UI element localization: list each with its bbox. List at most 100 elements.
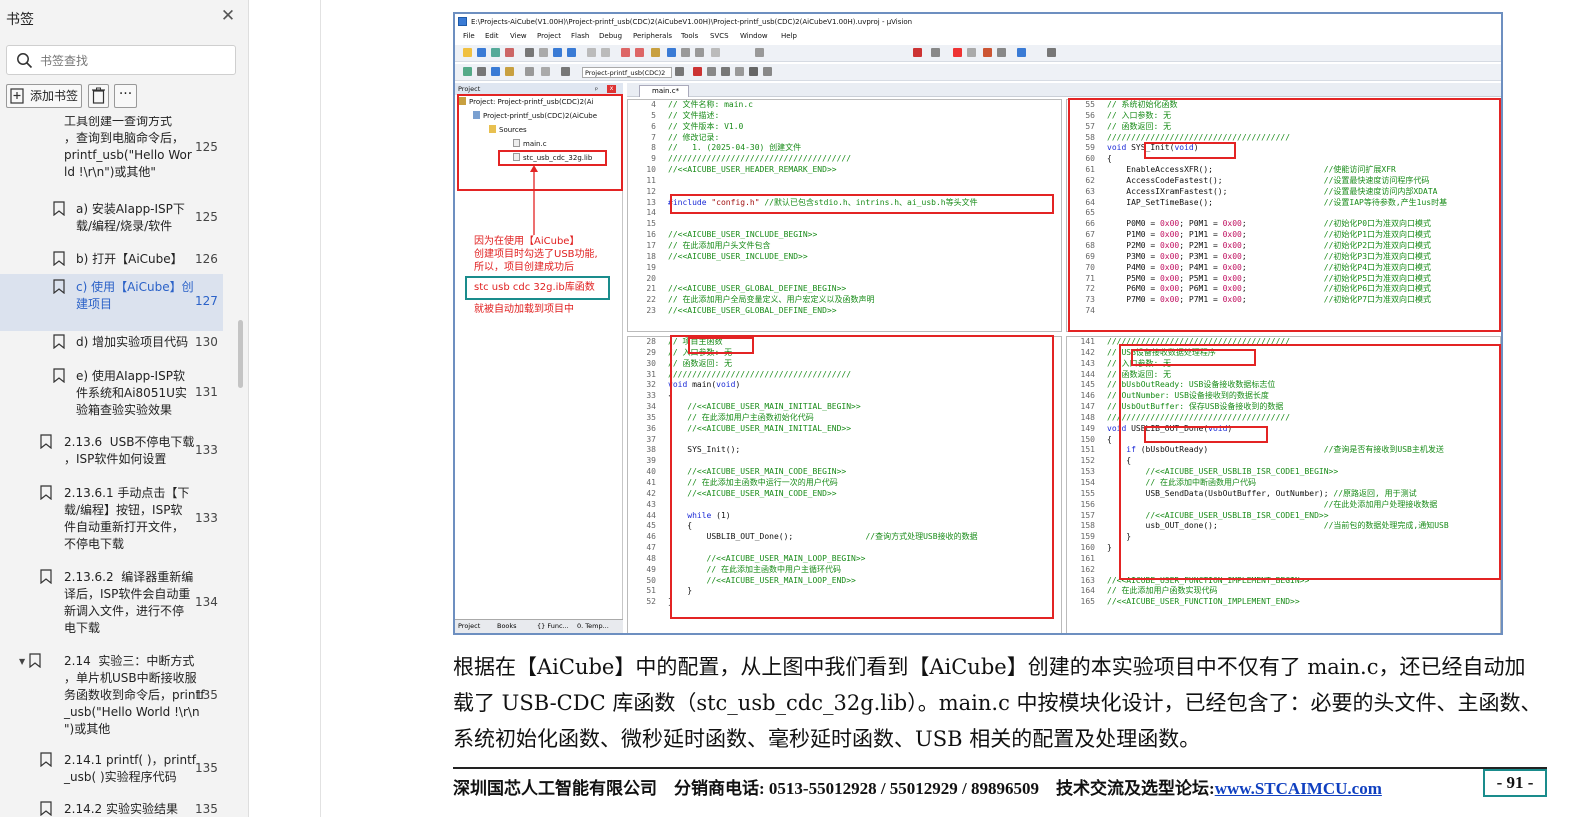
highlight-box-sys-init — [1068, 98, 1501, 332]
toolbar-button[interactable] — [463, 67, 472, 76]
bookmark-icon — [40, 434, 52, 449]
bookmark-item[interactable]: ▼ 2.14 实验三：中断方式 ，单片机USB中断接收服 务函数收到命令后，pri… — [0, 648, 223, 746]
toolbar-button[interactable] — [1017, 48, 1026, 57]
bookmark-item[interactable]: 工具创建一查询方式 ，查询到电脑命令后， printf_usb("Hello W… — [0, 116, 223, 190]
toolbar-button[interactable] — [505, 67, 514, 76]
bookmark-label: 2.14.2 实验实验结果 — [64, 802, 178, 816]
document-paragraph: 根据在【AiCube】中的配置，从上图中我们看到【AiCube】创建的本实验项目… — [453, 655, 1542, 751]
delete-bookmark-button[interactable] — [88, 84, 109, 108]
highlight-box-lib-file — [498, 150, 607, 166]
toolbar-button[interactable] — [477, 48, 486, 57]
project-panel: Project ᵖ x Project: Project-printf_usb(… — [455, 83, 623, 633]
toolbar-button[interactable] — [997, 48, 1006, 57]
expand-arrow-icon[interactable]: ▼ — [19, 653, 25, 670]
sidebar-scrollbar[interactable] — [238, 320, 243, 388]
menu-tools[interactable]: Tools — [681, 32, 698, 40]
toolbar-button[interactable] — [525, 67, 534, 76]
bookmark-item[interactable]: 2.13.6.1 手动点击【下 载/编程】按钮，ISP软 件自动重新打开文件， … — [0, 480, 223, 560]
toolbar-button[interactable] — [913, 48, 922, 57]
toolbar-button[interactable] — [721, 67, 730, 76]
toolbar-button[interactable] — [553, 48, 562, 57]
menu-file[interactable]: File — [463, 32, 475, 40]
bookmark-item[interactable]: 2.14.2 实验实验结果 135 — [0, 796, 223, 817]
toolbar-button[interactable] — [505, 48, 514, 57]
toolbar-button[interactable] — [525, 48, 534, 57]
menu-flash[interactable]: Flash — [571, 32, 589, 40]
toolbar-button[interactable] — [601, 48, 610, 57]
sidebar-title: 书签 — [6, 12, 34, 28]
toolbar-button[interactable] — [693, 67, 702, 76]
menu-peripherals[interactable]: Peripherals — [633, 32, 672, 40]
bookmark-label: a) 安装AIapp-ISP下 载/编程/烧录/软件 — [76, 202, 185, 233]
add-bookmark-button[interactable]: 添加书签 — [6, 84, 82, 108]
bookmark-item[interactable]: c) 使用【AiCube】创 建项目 127 — [0, 274, 223, 331]
tab-functions[interactable]: {} Func... — [537, 620, 569, 633]
bookmark-page-number: 126 — [195, 252, 218, 266]
menu-view[interactable]: View — [510, 32, 527, 40]
toolbar-button[interactable] — [711, 48, 720, 57]
toolbar-button[interactable] — [491, 48, 500, 57]
toolbar-button[interactable] — [681, 48, 690, 57]
target-select[interactable]: Project-printf_usb(CDC)2 — [582, 67, 672, 78]
highlight-box-main-title — [688, 337, 754, 354]
close-icon[interactable]: ✕ — [218, 6, 238, 26]
menu-svcs[interactable]: SVCS — [710, 32, 729, 40]
bookmark-label: c) 使用【AiCube】创 建项目 — [76, 280, 194, 311]
toolbar-button[interactable] — [477, 67, 486, 76]
bookmark-label: 2.13.6.1 手动点击【下 载/编程】按钮，ISP软 件自动重新打开文件， … — [64, 486, 190, 551]
toolbar-button[interactable] — [539, 48, 548, 57]
bookmark-item[interactable]: a) 安装AIapp-ISP下 载/编程/烧录/软件 125 — [0, 196, 223, 242]
tab-books[interactable]: Books — [497, 620, 517, 633]
toolbar-button[interactable] — [967, 48, 976, 57]
toolbar-button[interactable] — [1047, 48, 1056, 57]
toolbar-button[interactable] — [675, 67, 684, 76]
uvision-toolbar-2: Project-printf_usb(CDC)2 — [455, 64, 1501, 81]
tab-main-c[interactable]: main.c* — [639, 85, 689, 97]
code-pane-top-left[interactable]: 4// 文件名称: main.c 5// 文件描述: 6// 文件版本: V1.… — [627, 99, 1062, 332]
toolbar-button[interactable] — [491, 67, 500, 76]
bookmark-search-box[interactable] — [6, 45, 236, 75]
bookmark-item[interactable]: e) 使用AIapp-ISP软 件系统和Ai8051U实 验箱查验实验效果 131 — [0, 363, 223, 424]
menu-window[interactable]: Window — [740, 32, 768, 40]
toolbar-button[interactable] — [561, 67, 570, 76]
bookmark-label: 2.14.1 printf( )，printf _usb( )实验程序代码 — [64, 753, 197, 784]
toolbar-button[interactable] — [695, 48, 704, 57]
bookmark-search-input[interactable] — [40, 51, 230, 70]
toolbar-button[interactable] — [621, 48, 630, 57]
menu-help[interactable]: Help — [781, 32, 797, 40]
bookmark-item[interactable]: 2.14.1 printf( )，printf _usb( )实验程序代码 135 — [0, 747, 223, 793]
toolbar-button[interactable] — [667, 48, 676, 57]
menu-project[interactable]: Project — [537, 32, 561, 40]
bookmark-item[interactable]: d) 增加实验项目代码 130 — [0, 329, 223, 359]
annotation-lib-name: stc usb cdc 32g.ib库函数 — [465, 276, 610, 300]
footer-link[interactable]: www.STCAIMCU.com — [1215, 779, 1382, 798]
highlight-box-usb-func-name — [1144, 426, 1268, 443]
uvision-title-bar: E:\Projects-AiCube(V1.00H)\Project-print… — [455, 14, 1501, 30]
toolbar-button[interactable] — [755, 48, 764, 57]
toolbar-button[interactable] — [983, 48, 992, 57]
more-options-button[interactable]: ··· — [114, 84, 137, 108]
menu-edit[interactable]: Edit — [485, 32, 499, 40]
bookmark-page-number: 133 — [195, 511, 218, 525]
tab-project[interactable]: Project — [458, 620, 480, 633]
toolbar-button[interactable] — [749, 67, 758, 76]
toolbar-button[interactable] — [567, 48, 576, 57]
toolbar-button[interactable] — [735, 67, 744, 76]
toolbar-button[interactable] — [953, 48, 962, 57]
toolbar-button[interactable] — [931, 48, 940, 57]
toolbar-button[interactable] — [707, 67, 716, 76]
bookmark-item[interactable]: 2.13.6 USB不停电下载 ，ISP软件如何设置 133 — [0, 429, 223, 475]
toolbar-button[interactable] — [635, 48, 644, 57]
toolbar-button[interactable] — [541, 67, 550, 76]
toolbar-button[interactable] — [763, 67, 772, 76]
tab-templates[interactable]: 0. Temp... — [577, 620, 609, 633]
bookmark-item[interactable]: b) 打开【AiCube】 126 — [0, 246, 223, 276]
toolbar-button[interactable] — [463, 48, 472, 57]
toolbar-button[interactable] — [587, 48, 596, 57]
close-icon[interactable]: x — [607, 85, 616, 93]
highlight-box-usb-title — [1131, 349, 1256, 366]
toolbar-button[interactable] — [651, 48, 660, 57]
bookmark-item[interactable]: 2.13.6.2 编译器重新编 译后，ISP软件会自动重 新调入文件，进行不停 … — [0, 564, 223, 644]
menu-debug[interactable]: Debug — [599, 32, 622, 40]
bookmark-icon — [53, 201, 65, 216]
